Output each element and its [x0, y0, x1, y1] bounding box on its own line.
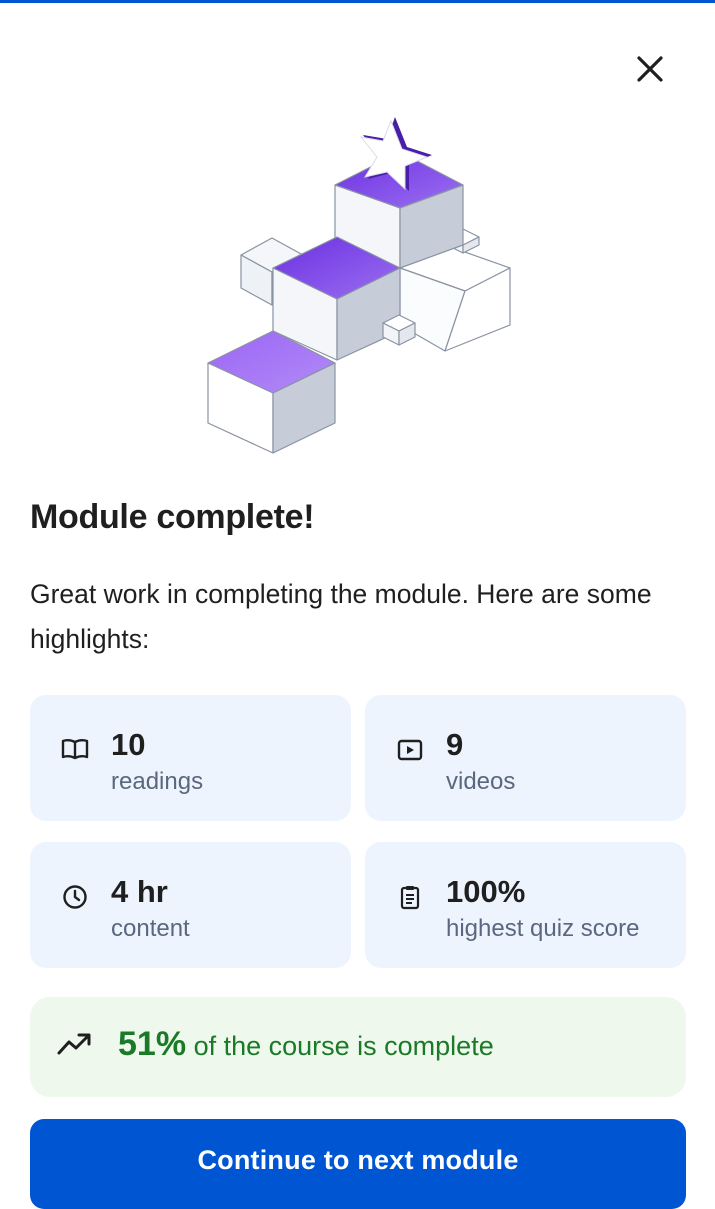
top-accent-rule [0, 0, 715, 3]
module-complete-illustration [207, 117, 511, 454]
page-description: Great work in completing the module. Her… [30, 579, 652, 654]
close-button[interactable] [622, 44, 678, 94]
stat-value: 9 [446, 727, 464, 762]
stat-value: 4 hr [111, 874, 168, 909]
continue-next-module-button[interactable]: Continue to next module [30, 1119, 686, 1209]
stat-card-readings: 10 readings [30, 695, 351, 821]
stat-card-content: 4 hr content [30, 842, 351, 968]
course-progress-banner: 51% of the course is complete [30, 997, 686, 1097]
stat-card-quiz-score: 100% highest quiz score [365, 842, 686, 968]
stat-label: videos [446, 768, 516, 795]
progress-percent: 51% [118, 1025, 187, 1063]
progress-text: 51% of the course is complete [118, 1025, 494, 1064]
page-title: Module complete! [30, 498, 315, 536]
stat-card-videos: 9 videos [365, 695, 686, 821]
stat-label: content [111, 915, 190, 942]
clock-icon [60, 882, 90, 912]
stat-value: 10 [111, 727, 146, 762]
stat-value: 100% [446, 874, 526, 909]
book-icon [60, 735, 90, 765]
clipboard-icon [395, 882, 425, 912]
close-icon [637, 56, 663, 82]
progress-label: of the course is complete [186, 1031, 494, 1061]
stat-label: readings [111, 768, 204, 795]
trending-up-icon [56, 1029, 92, 1059]
stat-label: highest quiz score [446, 915, 640, 942]
video-icon [395, 735, 425, 765]
